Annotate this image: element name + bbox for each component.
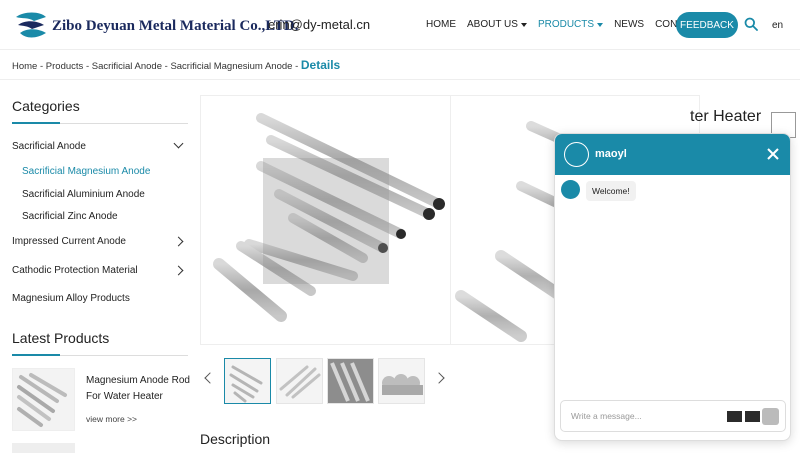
sidebar-item-label: Impressed Current Anode (12, 236, 126, 247)
breadcrumb-home[interactable]: Home (12, 61, 37, 72)
title-accent-bar (12, 354, 60, 356)
latest-product-name[interactable]: Magnesium Anode Rod For Water Heater (86, 373, 196, 405)
breadcrumb-magnesium-anode[interactable]: Sacrificial Magnesium Anode (170, 61, 292, 72)
breadcrumb-separator: - (164, 61, 168, 72)
avatar (564, 142, 589, 167)
title-accent-bar (12, 122, 60, 124)
sidebar-item-magnesium-alloy[interactable]: Magnesium Alloy Products (12, 293, 188, 304)
chevron-down-icon[interactable] (173, 138, 184, 149)
chevron-right-icon[interactable] (173, 236, 184, 247)
thumbnail-image (382, 374, 423, 395)
nav-about-us[interactable]: ABOUT US (467, 19, 527, 30)
nav-news-label: NEWS (614, 19, 645, 30)
divider (12, 122, 188, 124)
breadcrumb-products[interactable]: Products (46, 61, 84, 72)
chevron-left-icon[interactable] (204, 372, 216, 384)
latest-product-image[interactable] (12, 368, 75, 431)
breadcrumb-separator: - (85, 61, 90, 72)
description-heading: Description (200, 431, 271, 447)
latest-products-title: Latest Products (12, 330, 110, 346)
view-more-link[interactable]: view more >> (86, 414, 137, 424)
sidebar-item-impressed-current[interactable]: Impressed Current Anode (12, 236, 188, 247)
zoom-lens[interactable] (263, 158, 389, 284)
nav-products-label: PRODUCTS (537, 19, 595, 30)
nav-news[interactable]: NEWS (614, 19, 644, 30)
nav-home-label: HOME (426, 19, 456, 30)
chat-header: maoyl (555, 134, 790, 175)
language-selector[interactable]: en (772, 20, 783, 31)
chat-agent-name: maoyl (595, 148, 627, 160)
chevron-down-icon (520, 22, 527, 27)
anode-rods-image (17, 373, 67, 427)
nav-about-us-label: ABOUT US (467, 19, 518, 30)
chat-message-input[interactable]: Write a message... (560, 400, 786, 432)
latest-product-image[interactable] (12, 443, 75, 453)
product-thumbnail[interactable] (378, 358, 425, 404)
thumbnail-image (279, 365, 321, 399)
chevron-down-icon (597, 22, 604, 27)
close-icon[interactable] (766, 147, 780, 161)
chevron-right-icon[interactable] (433, 372, 445, 384)
thumbnail-image (328, 359, 373, 403)
search-icon[interactable] (744, 17, 758, 31)
breadcrumb-current: Details (300, 58, 341, 72)
chevron-right-icon[interactable] (173, 265, 184, 276)
send-icon[interactable] (762, 408, 779, 425)
divider (0, 79, 800, 80)
header: Zibo Deyuan Metal Material Co.,LTD. erin… (0, 0, 800, 50)
logo-text[interactable]: Zibo Deyuan Metal Material Co.,LTD. (52, 18, 299, 35)
chat-input-placeholder: Write a message... (571, 411, 642, 421)
sidebar-subitem-zinc[interactable]: Sacrificial Zinc Anode (22, 211, 118, 222)
product-title: ter Heater (690, 108, 762, 125)
breadcrumb-separator: - (39, 61, 44, 72)
feedback-button[interactable]: FEEDBACK (676, 12, 738, 38)
divider (450, 96, 451, 344)
sidebar-item-cathodic-protection[interactable]: Cathodic Protection Material (12, 265, 188, 276)
sidebar-item-label: Cathodic Protection Material (12, 265, 138, 276)
chat-widget[interactable]: maoyl Welcome! Write a message... (554, 133, 791, 441)
product-thumbnail[interactable] (276, 358, 323, 404)
divider (12, 354, 188, 356)
swirl-logo-icon[interactable] (14, 11, 48, 39)
sidebar-item-label: Magnesium Alloy Products (12, 293, 130, 304)
nav-home[interactable]: HOME (426, 19, 456, 30)
thumbnail-image (229, 365, 263, 403)
chat-message: Welcome! (586, 181, 636, 201)
contact-email[interactable]: erin@dy-metal.cn (268, 17, 370, 32)
sidebar-subitem-magnesium[interactable]: Sacrificial Magnesium Anode (22, 166, 150, 177)
product-thumbnail[interactable] (327, 358, 374, 404)
image-icon[interactable] (727, 411, 742, 422)
sidebar-item-label: Sacrificial Anode (12, 141, 86, 152)
agent-avatar (561, 180, 580, 199)
nav-products[interactable]: PRODUCTS (537, 19, 604, 30)
breadcrumb-sacrificial-anode[interactable]: Sacrificial Anode (92, 61, 162, 72)
sidebar-item-sacrificial-anode[interactable]: Sacrificial Anode (12, 138, 188, 152)
breadcrumb-separator: - (295, 61, 299, 72)
attachment-icon[interactable] (745, 411, 760, 422)
categories-title: Categories (12, 98, 80, 114)
feedback-label: FEEDBACK (680, 19, 734, 31)
product-thumbnail[interactable] (224, 358, 271, 404)
breadcrumb: Home - Products - Sacrificial Anode - Sa… (12, 58, 340, 72)
sidebar-subitem-aluminium[interactable]: Sacrificial Aluminium Anode (22, 189, 145, 200)
